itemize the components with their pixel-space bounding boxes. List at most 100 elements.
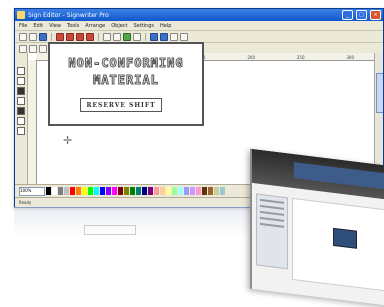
new-icon[interactable] [19,32,27,41]
color-swatch[interactable] [178,187,183,195]
color-swatch[interactable] [88,187,93,195]
align-right-icon[interactable] [39,44,47,53]
sign-text-line2[interactable]: MATERIAL [50,73,202,88]
zoom-in-icon[interactable] [150,32,158,41]
color-swatch[interactable] [196,187,201,195]
title-bar[interactable]: Sign Editor - Signwriter Pro _ □ × [15,9,383,21]
text-line [260,210,284,216]
color-swatch[interactable] [70,187,75,195]
software-box [250,148,384,307]
close-button[interactable]: × [370,10,381,20]
help-icon[interactable] [180,32,188,41]
pen-tool-icon[interactable] [17,117,25,125]
ruler-mark: 200 [247,55,255,60]
color-swatch[interactable] [64,187,69,195]
zoom-fit-icon[interactable] [170,32,178,41]
color-swatch[interactable] [142,187,147,195]
color-swatch[interactable] [94,187,99,195]
tool-palette [15,53,28,185]
open-icon[interactable] [29,32,37,41]
color-swatch[interactable] [202,187,207,195]
menu-object[interactable]: Object [111,23,127,29]
node-tool-icon[interactable] [17,77,25,85]
color-swatch[interactable] [46,187,51,195]
zoom-tool-icon[interactable] [17,127,25,135]
delete-icon[interactable] [86,32,94,41]
text-line [260,198,284,204]
screen-reflection [14,207,274,237]
toolbar-separator [98,32,99,41]
color-swatch[interactable] [136,187,141,195]
scroll-thumb[interactable] [376,73,383,113]
menu-view[interactable]: View [49,23,61,29]
window-title: Sign Editor - Signwriter Pro [28,11,109,19]
toolbar-separator [51,32,52,41]
color-swatch[interactable] [220,187,225,195]
color-swatch[interactable] [166,187,171,195]
color-swatch[interactable] [76,187,81,195]
sign-artboard[interactable]: NON-CONFORMING MATERIAL RESERVE SHIFT [48,42,204,126]
color-swatch[interactable] [112,187,117,195]
sign-text-line1[interactable]: NON-CONFORMING [50,56,202,71]
ruler-mark: 250 [296,55,305,60]
print-icon[interactable] [123,32,131,41]
color-swatch[interactable] [160,187,165,195]
align-left-icon[interactable] [19,44,27,53]
color-swatch[interactable] [58,187,63,195]
color-swatch[interactable] [106,187,111,195]
menu-settings[interactable]: Settings [134,23,155,29]
text-line [260,216,284,222]
menu-tools[interactable]: Tools [67,23,79,29]
minimize-button[interactable]: _ [342,10,353,20]
color-swatch[interactable] [130,187,135,195]
color-swatch[interactable] [82,187,87,195]
box-side-panel [256,193,288,270]
color-swatch[interactable] [154,187,159,195]
select-tool-icon[interactable] [17,67,25,75]
color-swatch[interactable] [148,187,153,195]
swatch-strip [46,187,225,195]
text-line [260,204,284,210]
redo-icon[interactable] [113,32,121,41]
align-center-icon[interactable] [29,44,37,53]
sign-tag-box[interactable]: RESERVE SHIFT [80,98,162,112]
text-tool-icon[interactable] [17,87,25,95]
crosshair-cursor-icon: ✛ [63,134,73,147]
monitor-image [333,227,357,249]
left-ruler [28,60,37,185]
zoom-out-icon[interactable] [160,32,168,41]
color-swatch[interactable] [172,187,177,195]
maximize-button[interactable]: □ [356,10,367,20]
menu-help[interactable]: Help [160,23,171,29]
rectangle-tool-icon[interactable] [17,97,25,105]
box-content-panel [292,197,384,294]
zoom-field[interactable]: 100% [19,186,45,196]
color-swatch[interactable] [118,187,123,195]
reflected-tag-box [84,225,136,235]
box-banner [294,162,384,192]
color-swatch[interactable] [214,187,219,195]
copy-icon[interactable] [66,32,74,41]
color-swatch[interactable] [124,187,129,195]
color-swatch[interactable] [208,187,213,195]
menu-bar: File Edit View Tools Arrange Object Sett… [15,21,383,31]
ellipse-tool-icon[interactable] [17,107,25,115]
ruler-mark: 300 [346,55,355,60]
status-text: Ready [19,200,32,205]
undo-icon[interactable] [103,32,111,41]
cutter-icon[interactable] [133,32,141,41]
color-swatch[interactable] [52,187,57,195]
color-swatch[interactable] [190,187,195,195]
menu-file[interactable]: File [19,23,27,29]
menu-arrange[interactable]: Arrange [85,23,105,29]
paste-icon[interactable] [76,32,84,41]
toolbar-separator [145,32,146,41]
color-swatch[interactable] [100,187,105,195]
text-line [260,222,284,228]
color-swatch[interactable] [184,187,189,195]
menu-edit[interactable]: Edit [33,23,43,29]
sign-tag-text: RESERVE SHIFT [86,101,156,109]
cut-icon[interactable] [56,32,64,41]
app-icon [17,11,25,19]
save-icon[interactable] [39,32,47,41]
